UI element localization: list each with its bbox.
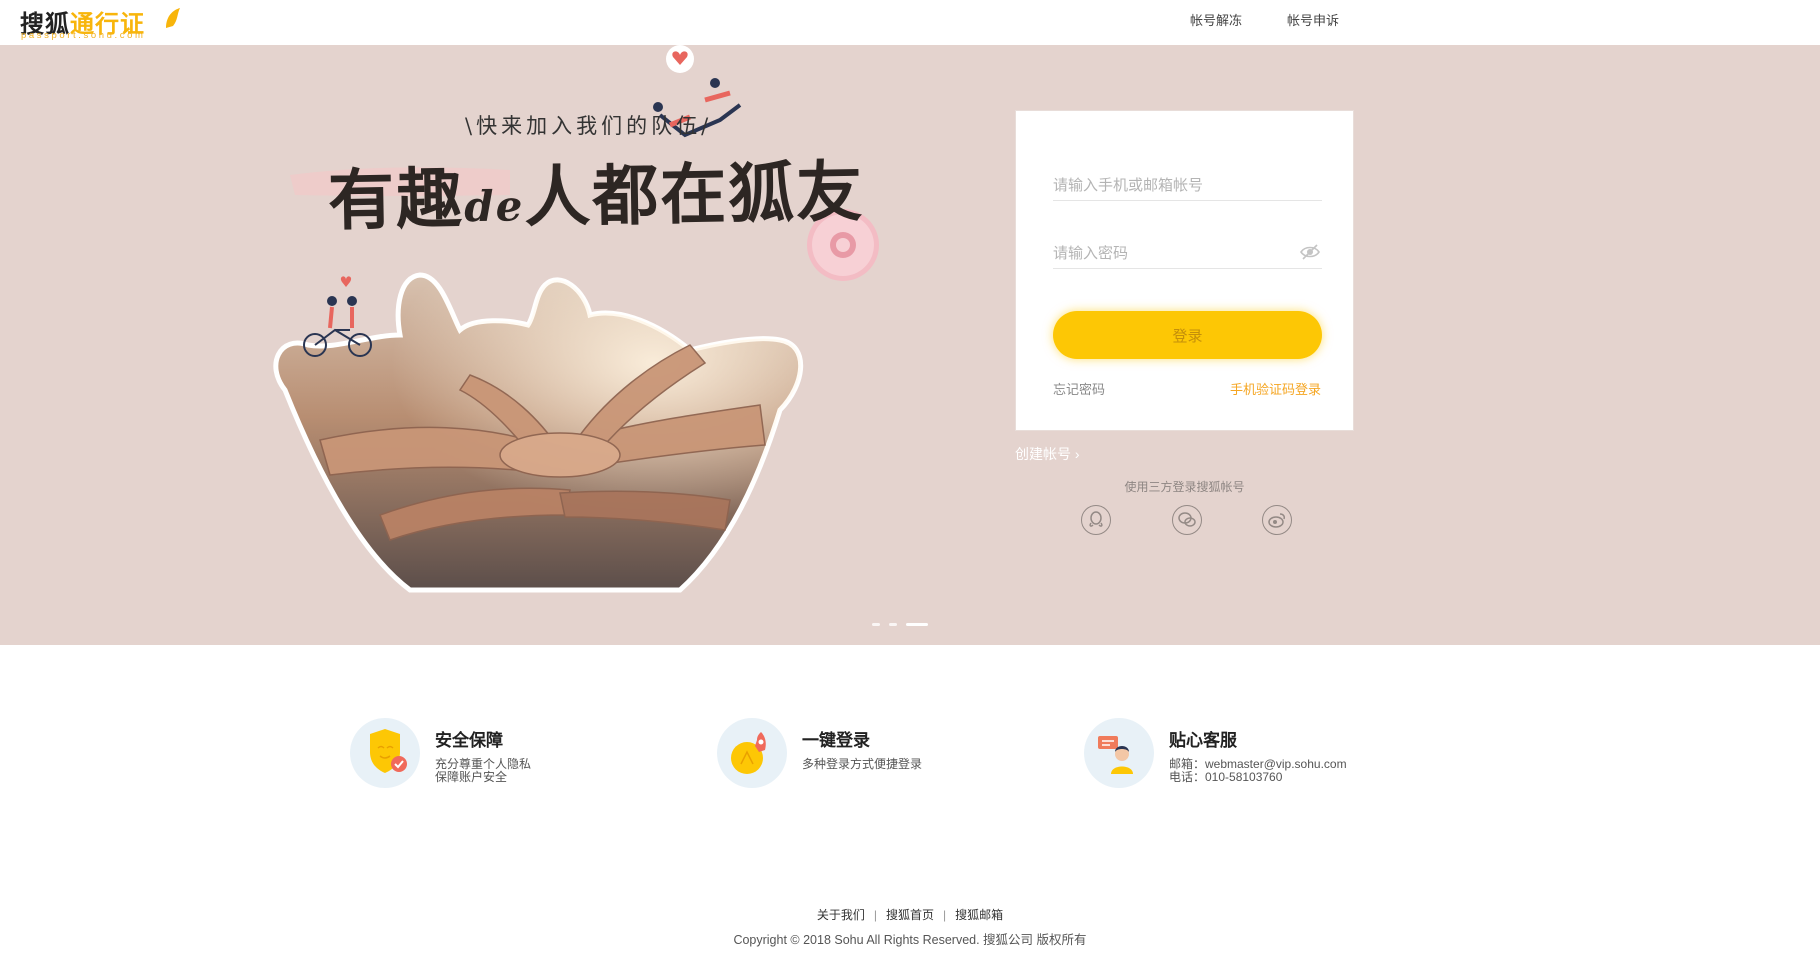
weibo-login-button[interactable]	[1262, 505, 1292, 535]
third-party-login-title: 使用三方登录搜狐帐号	[1124, 480, 1245, 494]
forgot-password-link[interactable]: 忘记密码	[1053, 379, 1105, 398]
fox-tail-logo-icon	[166, 8, 180, 28]
feature-title: 一键登录	[802, 731, 870, 750]
weibo-icon	[1268, 513, 1285, 528]
divider: |	[873, 908, 877, 922]
account-unfreeze-link[interactable]: 帐号解冻	[1190, 10, 1242, 29]
username-field	[1053, 161, 1322, 201]
slide-dot-1[interactable]	[872, 623, 880, 626]
support-phone: 电话：010-58103760	[1169, 770, 1283, 784]
qq-icon	[1089, 511, 1103, 527]
eye-slash-icon[interactable]	[1299, 244, 1321, 260]
hero-banner: \快来加入我们的队伍/ 有趣de人都在狐友 登录 忘记密码 手机验证码登录 创建…	[0, 45, 1820, 645]
account-appeal-link[interactable]: 帐号申诉	[1287, 10, 1339, 29]
banner-tagline: \快来加入我们的队伍/	[465, 114, 713, 138]
qq-login-button[interactable]	[1081, 505, 1111, 535]
footer-link-sohu-mail[interactable]: 搜狐邮箱	[955, 908, 1003, 922]
sms-login-link[interactable]: 手机验证码登录	[1230, 379, 1321, 398]
username-input[interactable]	[1053, 173, 1293, 197]
top-header: 搜狐通行证 passport.sohu.com 帐号解冻 帐号申诉	[0, 0, 1820, 45]
feature-desc-line-2: 保障账户安全	[435, 770, 508, 784]
feature-desc-line-1: 多种登录方式便捷登录	[802, 757, 923, 771]
login-button[interactable]: 登录	[1053, 311, 1322, 359]
feature-title: 安全保障	[435, 731, 503, 750]
banner-headline: 有趣de人都在狐友	[327, 152, 865, 240]
feature-icon-circle	[1084, 718, 1154, 788]
copyright-text: Copyright © 2018 Sohu All Rights Reserve…	[733, 933, 1087, 947]
feature-icon-circle	[350, 718, 420, 788]
footer-link-about[interactable]: 关于我们	[817, 908, 865, 922]
logo-domain: passport.sohu.com	[21, 30, 146, 41]
feature-icon-circle	[717, 718, 787, 788]
feature-title: 贴心客服	[1169, 731, 1237, 750]
slide-dot-3-active[interactable]	[906, 623, 928, 626]
wechat-icon	[1178, 512, 1196, 527]
shield-icon	[370, 729, 407, 773]
footer-links: 关于我们 | 搜狐首页 | 搜狐邮箱	[0, 906, 1820, 923]
login-card: 登录 忘记密码 手机验证码登录	[1015, 110, 1354, 431]
wechat-login-button[interactable]	[1172, 505, 1202, 535]
divider: |	[943, 908, 947, 922]
password-input[interactable]	[1053, 241, 1293, 265]
rocket-icon	[731, 732, 766, 774]
slide-dot-2[interactable]	[889, 623, 897, 626]
support-agent-icon	[1098, 736, 1133, 774]
sohu-passport-logo[interactable]: 搜狐通行证 passport.sohu.com	[20, 4, 180, 42]
footer-link-sohu-home[interactable]: 搜狐首页	[886, 908, 934, 922]
create-account-link[interactable]: 创建帐号 ›	[1015, 444, 1080, 464]
password-field	[1053, 229, 1322, 269]
